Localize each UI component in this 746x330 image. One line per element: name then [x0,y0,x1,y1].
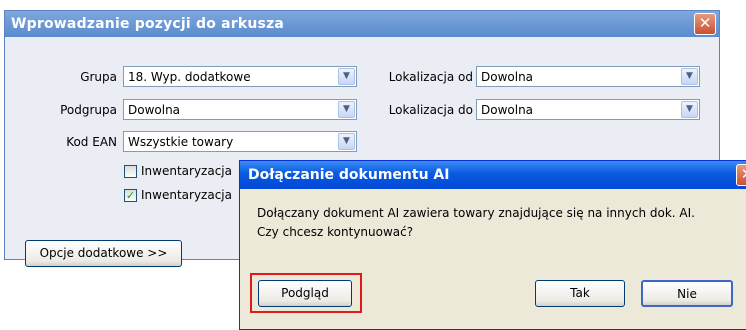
subgroup-label: Podgrupa [60,103,117,117]
subgroup-select[interactable]: Dowolna ▼ [123,99,357,120]
location-from-select[interactable]: Dowolna ▼ [476,66,700,87]
dialog-titlebar[interactable]: Dołączanie dokumentu AI ✕ [240,161,746,189]
location-to-value: Dowolna [481,103,534,117]
dialog-title: Dołączanie dokumentu AI [248,167,450,183]
ean-label: Kod EAN [66,135,117,149]
attach-ai-document-dialog: Dołączanie dokumentu AI ✕ Dołączany doku… [239,160,746,330]
inventory-checkbox-1-label: Inwentaryzacja [141,164,232,178]
main-close-button[interactable]: ✕ [694,13,716,35]
main-window-titlebar[interactable]: Wprowadzanie pozycji do arkusza ✕ [5,11,719,37]
inventory-checkbox-2-label: Inwentaryzacja [141,188,232,202]
ean-select-value: Wszystkie towary [128,135,234,149]
dialog-message-line-1: Dołączany dokument AI zawiera towary zna… [257,206,695,220]
dialog-message: Dołączany dokument AI zawiera towary zna… [257,204,695,242]
close-icon: ✕ [698,14,712,32]
subgroup-select-value: Dowolna [128,103,181,117]
dialog-close-button[interactable]: ✕ [736,164,746,186]
group-select-value: 18. Wyp. dodatkowe [128,70,251,84]
group-label: Grupa [80,70,117,84]
location-to-label: Lokalizacja do [388,103,473,117]
group-select[interactable]: 18. Wyp. dodatkowe ▼ [123,66,357,87]
checkbox-unchecked-icon[interactable] [124,165,137,178]
ean-select[interactable]: Wszystkie towary ▼ [123,131,357,152]
close-icon: ✕ [741,165,746,183]
location-from-label: Lokalizacja od [388,70,473,84]
additional-options-button[interactable]: Opcje dodatkowe >> [25,240,182,267]
chevron-down-icon[interactable]: ▼ [338,101,355,118]
checkmark-icon[interactable]: ✓ [124,189,137,202]
chevron-down-icon[interactable]: ▼ [338,68,355,85]
chevron-down-icon[interactable]: ▼ [681,68,698,85]
location-from-value: Dowolna [481,70,534,84]
chevron-down-icon[interactable]: ▼ [681,101,698,118]
yes-button[interactable]: Tak [535,280,625,307]
dialog-message-line-2: Czy chcesz kontynuować? [257,225,414,239]
preview-button[interactable]: Podgląd [258,280,352,307]
main-window-title: Wprowadzanie pozycji do arkusza [11,16,285,32]
no-button[interactable]: Nie [641,280,733,307]
location-to-select[interactable]: Dowolna ▼ [476,99,700,120]
chevron-down-icon[interactable]: ▼ [338,133,355,150]
